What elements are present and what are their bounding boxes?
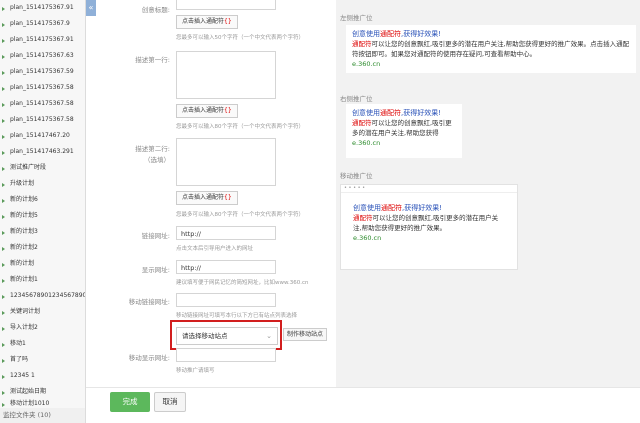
right-slot-title: 右侧推广位 bbox=[340, 95, 373, 103]
link-url-input[interactable]: http:// bbox=[176, 226, 276, 240]
sidebar-item[interactable]: 新的计划5 bbox=[0, 208, 85, 224]
sidebar-item[interactable]: plan_1514175367.58 bbox=[0, 112, 85, 128]
link-url-label: 链接网址: bbox=[141, 232, 170, 240]
display-url-label: 显示网址: bbox=[141, 266, 170, 274]
sidebar-item[interactable]: 移动1 bbox=[0, 336, 85, 352]
mobile-link-hint: 移动链接网址可填写本行以下方已有站点列表选择 bbox=[176, 313, 298, 319]
make-mobile-site-button[interactable]: 制作移动站点 bbox=[283, 328, 328, 341]
app-root: plan_1514175367.91 plan_1514175367.9 pla… bbox=[0, 0, 640, 423]
plan-icon bbox=[2, 342, 7, 347]
mobile-display-label: 移动显示网址: bbox=[128, 354, 170, 362]
desc2-optional-label: （选填） bbox=[144, 156, 170, 164]
plan-icon bbox=[2, 326, 7, 331]
insert-wildcard-button[interactable]: 点击插入通配符{} bbox=[176, 191, 238, 205]
creative-title-input[interactable] bbox=[176, 0, 276, 10]
sidebar-item[interactable]: 首了吗 bbox=[0, 352, 85, 368]
sidebar-item[interactable]: plan_1514175367.58 bbox=[0, 96, 85, 112]
sidebar-item[interactable]: plan_151417467.20 bbox=[0, 128, 85, 144]
plan-icon bbox=[2, 310, 7, 315]
desc2-label: 描述第二行: bbox=[135, 145, 170, 153]
display-url-input[interactable]: http:// bbox=[176, 260, 276, 274]
link-url-hint: 点击文本后引导用户进入的网址 bbox=[176, 246, 254, 252]
mobile-link-input[interactable] bbox=[176, 293, 276, 307]
plan-icon bbox=[2, 134, 7, 139]
sidebar-item[interactable]: 新的计划3 bbox=[0, 224, 85, 240]
plan-icon bbox=[2, 70, 7, 75]
mobile-status-bar: • • • • • bbox=[341, 185, 517, 193]
sidebar-item[interactable]: 测试推广时段 bbox=[0, 160, 85, 176]
desc1-label: 描述第一行: bbox=[135, 56, 170, 64]
plan-icon bbox=[2, 38, 7, 43]
sidebar-item[interactable]: 12345678901234567890 bbox=[0, 288, 85, 304]
plan-icon bbox=[2, 230, 7, 235]
plan-icon bbox=[2, 198, 7, 203]
desc1-hint: 您最多可以输入80个字符（一个中文代表两个字符） bbox=[176, 124, 305, 130]
sidebar-item[interactable]: plan_1514175367.59 bbox=[0, 64, 85, 80]
plan-icon bbox=[2, 214, 7, 219]
plan-icon bbox=[2, 22, 7, 27]
insert-wildcard-button[interactable]: 点击插入通配符{} bbox=[176, 104, 238, 118]
plan-icon bbox=[2, 54, 7, 59]
sidebar-item[interactable]: plan_1514175367.58 bbox=[0, 80, 85, 96]
right-slot-card: 创意使用通配符,获得好效果! 通配符可以让您的创意飘红,吸引更多的潜在用户关注,… bbox=[346, 104, 462, 158]
plan-icon bbox=[2, 374, 7, 379]
monitor-folder[interactable]: 监控文件夹 (10) bbox=[0, 408, 85, 423]
sidebar-item[interactable]: 新的计划6 bbox=[0, 192, 85, 208]
desc2-hint: 您最多可以输入80个字符（一个中文代表两个字符） bbox=[176, 212, 305, 218]
sidebar-item[interactable]: plan_1514175367.91 bbox=[0, 0, 85, 16]
sidebar-item[interactable]: 新的计划 bbox=[0, 256, 85, 272]
plan-icon bbox=[2, 150, 7, 155]
sidebar-item[interactable]: 升级计划 bbox=[0, 176, 85, 192]
sidebar-item[interactable]: 关键词计划 bbox=[0, 304, 85, 320]
sidebar-item[interactable]: 导入计划2 bbox=[0, 320, 85, 336]
mobile-slot-card: 创意使用通配符,获得好效果! 通配符可以让您的创意飘红,吸引更多的潜在用户关注,… bbox=[347, 199, 511, 265]
desc2-input[interactable] bbox=[176, 138, 276, 186]
plan-icon bbox=[2, 118, 7, 123]
plan-icon bbox=[2, 390, 7, 395]
collapse-sidebar-button[interactable]: « bbox=[86, 0, 96, 16]
left-slot-title: 左侧推广位 bbox=[340, 14, 373, 22]
mobile-slot-frame: • • • • • 创意使用通配符,获得好效果! 通配符可以让您的创意飘红,吸引… bbox=[340, 184, 518, 270]
plan-icon bbox=[2, 402, 7, 407]
sidebar-item[interactable]: plan_151417463.291 bbox=[0, 144, 85, 160]
insert-wildcard-button[interactable]: 点击插入通配符{} bbox=[176, 15, 238, 29]
creative-title-label: 创意标题: bbox=[141, 6, 170, 14]
plan-icon bbox=[2, 6, 7, 11]
mobile-slot-title: 移动推广位 bbox=[340, 172, 373, 180]
highlight-box bbox=[170, 320, 282, 350]
sidebar-item[interactable]: 12345 1 bbox=[0, 368, 85, 384]
sidebar-item[interactable]: plan_1514175367.9 bbox=[0, 16, 85, 32]
sidebar-item[interactable]: plan_1514175367.91 bbox=[0, 32, 85, 48]
done-button[interactable]: 完成 bbox=[110, 392, 150, 412]
plan-icon bbox=[2, 278, 7, 283]
cancel-button[interactable]: 取消 bbox=[154, 392, 186, 412]
left-slot-card: 创意使用通配符,获得好效果! 通配符可以让您的创意飘红,吸引更多的潜在用户关注,… bbox=[346, 25, 636, 73]
mobile-display-hint: 移动推广请填写 bbox=[176, 368, 215, 374]
plan-sidebar: plan_1514175367.91 plan_1514175367.9 pla… bbox=[0, 0, 86, 423]
sidebar-item[interactable]: 新的计划1 bbox=[0, 272, 85, 288]
mobile-link-label: 移动链接网址: bbox=[128, 298, 170, 306]
plan-icon bbox=[2, 294, 7, 299]
plan-icon bbox=[2, 102, 7, 107]
sidebar-item[interactable]: 新的计划2 bbox=[0, 240, 85, 256]
plan-icon bbox=[2, 246, 7, 251]
plan-icon bbox=[2, 166, 7, 171]
mobile-display-input[interactable] bbox=[176, 348, 276, 362]
plan-icon bbox=[2, 86, 7, 91]
title-hint: 您最多可以输入50个字符（一个中文代表两个字符） bbox=[176, 35, 305, 41]
plan-icon bbox=[2, 358, 7, 363]
display-url-hint: 建议填写便于网民记忆的简短网址，比如www.360.cn bbox=[176, 280, 309, 286]
sidebar-item[interactable]: plan_1514175367.63 bbox=[0, 48, 85, 64]
plan-icon bbox=[2, 262, 7, 267]
plan-icon bbox=[2, 182, 7, 187]
desc1-input[interactable] bbox=[176, 51, 276, 99]
